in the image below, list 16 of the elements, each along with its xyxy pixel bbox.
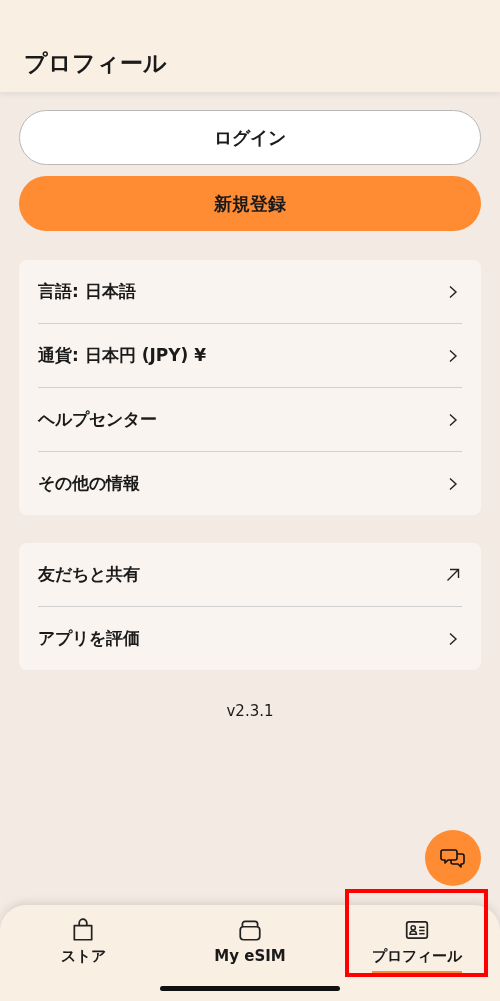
menu-item[interactable]: その他の情報 — [38, 472, 140, 495]
menu-item[interactable]: 言語: 日本語 — [38, 280, 136, 303]
card-stack-icon[interactable] — [237, 917, 263, 943]
page-title: プロフィール — [24, 49, 167, 78]
tab[interactable]: プロフィール — [371, 947, 462, 973]
menu-item[interactable]: 通貨: 日本円 (JPY) ¥ — [38, 344, 207, 367]
menu-item[interactable]: ヘルプセンター — [38, 408, 157, 431]
signup-button[interactable]: 新規登録 — [19, 176, 481, 231]
tab[interactable]: ストア — [60, 947, 106, 973]
chat-button[interactable] — [425, 830, 481, 886]
menu-item[interactable]: 友だちと共有 — [38, 563, 140, 586]
menu-item[interactable]: アプリを評価 — [38, 627, 140, 650]
login-button[interactable]: ログイン — [19, 110, 481, 165]
version-text: v2.3.1 — [226, 702, 274, 720]
external-link-icon — [446, 567, 460, 582]
tab[interactable]: My eSIM — [214, 947, 286, 972]
